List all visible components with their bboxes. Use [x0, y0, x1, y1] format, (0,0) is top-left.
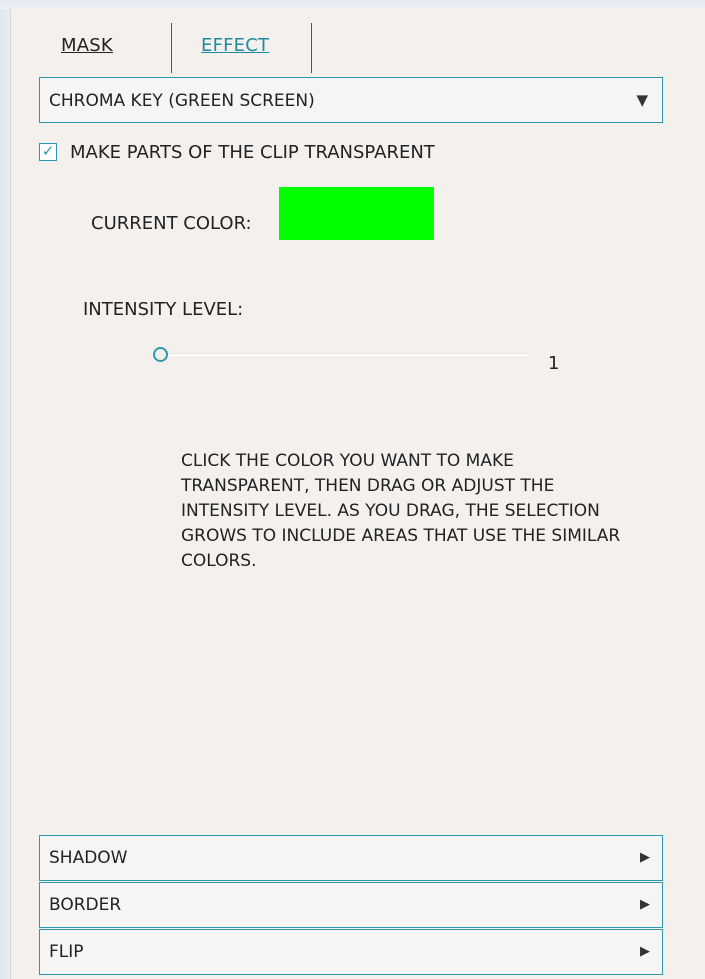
shadow-section-label: SHADOW [49, 848, 128, 868]
expand-arrow-icon: ▶ [640, 944, 650, 959]
effects-panel: MASK EFFECT CHROMA KEY (GREEN SCREEN) ▼ … [10, 9, 705, 979]
flip-section-label: FLIP [49, 942, 84, 962]
transparent-checkbox[interactable]: ✓ [39, 143, 57, 161]
tab-effect[interactable]: EFFECT [201, 35, 269, 56]
transparent-checkbox-label[interactable]: MAKE PARTS OF THE CLIP TRANSPARENT [70, 142, 435, 163]
intensity-slider-track[interactable] [161, 353, 527, 356]
border-section-label: BORDER [49, 895, 122, 915]
tab-divider [171, 23, 172, 73]
flip-section[interactable]: FLIP ▶ [39, 929, 663, 975]
tab-mask[interactable]: MASK [61, 35, 113, 56]
intensity-label: INTENSITY LEVEL: [83, 299, 244, 320]
window-frame-left [0, 0, 10, 979]
expand-arrow-icon: ▶ [640, 850, 650, 865]
intensity-slider-thumb[interactable] [153, 347, 168, 362]
current-color-swatch[interactable] [279, 187, 434, 240]
tab-divider [311, 23, 312, 73]
current-color-label: CURRENT COLOR: [91, 213, 252, 234]
shadow-section[interactable]: SHADOW ▶ [39, 835, 663, 881]
window-frame-top [0, 0, 705, 9]
expand-arrow-icon: ▶ [640, 897, 650, 912]
dropdown-arrow-icon: ▼ [636, 91, 648, 109]
intensity-value: 1 [548, 353, 560, 374]
instructions-text: CLICK THE COLOR YOU WANT TO MAKE TRANSPA… [181, 451, 621, 571]
mask-type-value: CHROMA KEY (GREEN SCREEN) [49, 91, 315, 111]
border-section[interactable]: BORDER ▶ [39, 882, 663, 928]
mask-type-dropdown[interactable]: CHROMA KEY (GREEN SCREEN) ▼ [39, 77, 663, 123]
